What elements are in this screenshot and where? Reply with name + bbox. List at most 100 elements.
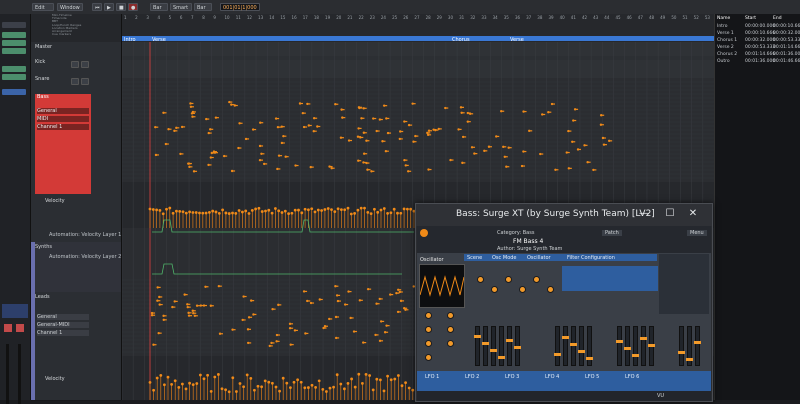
mixer-channel-button[interactable] <box>2 74 26 80</box>
fx-panel[interactable] <box>659 254 709 314</box>
knob[interactable] <box>425 326 432 333</box>
fader-track[interactable] <box>6 344 9 404</box>
region-list-row[interactable]: Outro00:01:36.00000:01:46.666 <box>717 58 800 65</box>
oscillator-display[interactable] <box>419 264 465 308</box>
transport-play-button[interactable]: ▶ <box>104 3 114 11</box>
mixer-channel-button[interactable] <box>2 32 26 38</box>
mixer-channel-button[interactable] <box>2 66 26 72</box>
track-field[interactable]: General <box>37 108 89 114</box>
menu-button[interactable]: Menu <box>687 230 707 236</box>
slider[interactable] <box>678 326 685 366</box>
mute-button[interactable] <box>71 61 79 68</box>
mixer-channel-button[interactable] <box>2 40 26 46</box>
region-list[interactable]: Name Start End Intro 00:00:00.000 00:00:10… <box>714 14 800 400</box>
region-list-row[interactable]: Intro00:00:00.00000:00:10.666 <box>717 23 800 30</box>
lfo-tab[interactable]: LFO 6 <box>625 374 639 380</box>
mixer-channel-button[interactable] <box>2 89 26 95</box>
slider[interactable] <box>562 326 569 366</box>
track-header-master[interactable]: Master <box>31 42 121 58</box>
slider[interactable] <box>482 326 489 366</box>
close-button[interactable]: ✕ <box>687 208 699 220</box>
edit-mode-button[interactable]: Smart <box>170 3 192 11</box>
mixer-red-button[interactable] <box>4 324 12 332</box>
knob[interactable] <box>491 286 498 293</box>
mute-button[interactable] <box>71 78 79 85</box>
slider[interactable] <box>586 326 593 366</box>
transport-record-button[interactable]: ● <box>128 3 138 11</box>
region-list-row[interactable]: Verse 200:00:53.33300:01:14.666 <box>717 44 800 51</box>
slider[interactable] <box>498 326 505 366</box>
knob[interactable] <box>505 276 512 283</box>
track-header-synths[interactable]: Synths Automation: Velocity Layer 2 ▾ <box>31 242 125 293</box>
region-list-row[interactable]: Verse 100:00:10.66600:00:32.000 <box>717 30 800 37</box>
knob[interactable] <box>547 286 554 293</box>
knob[interactable] <box>425 340 432 347</box>
knob[interactable] <box>447 312 454 319</box>
track-header-bass[interactable]: Bass General MIDI Channel 1 <box>31 92 121 197</box>
slider[interactable] <box>648 326 655 366</box>
track-field[interactable]: General <box>37 314 89 320</box>
slider[interactable] <box>490 326 497 366</box>
region-list-row[interactable]: Chorus 100:00:32.00000:00:53.333 <box>717 37 800 44</box>
mixer-channel-button[interactable] <box>2 48 26 54</box>
track-header-leads[interactable]: Leads General General-MIDI Channel 1 <box>31 292 121 371</box>
grid-mode-button[interactable]: Bar <box>150 3 168 11</box>
lfo-tab[interactable]: LFO 5 <box>585 374 599 380</box>
slider[interactable] <box>474 326 481 366</box>
slider[interactable] <box>694 326 701 366</box>
arrangement-lane[interactable] <box>122 36 714 41</box>
transport-stop-button[interactable]: ■ <box>116 3 126 11</box>
slider[interactable] <box>554 326 561 366</box>
slider[interactable] <box>616 326 623 366</box>
fader-track[interactable] <box>18 344 21 404</box>
plugin-window[interactable]: Bass: Surge XT (by Surge Synth Team) [LV… <box>415 203 713 402</box>
track-header-velocity-2[interactable]: Velocity <box>31 370 121 401</box>
track-field[interactable]: Channel 1 <box>37 330 89 336</box>
edit-menu-button[interactable]: Edit <box>32 3 54 11</box>
lfo-tab[interactable]: LFO 2 <box>465 374 479 380</box>
knob[interactable] <box>425 354 432 361</box>
surge-xt-ui[interactable]: Category: Bass FM Bass 4 Author: Surge S… <box>417 226 711 401</box>
filter-panel[interactable] <box>562 266 658 291</box>
track-field[interactable]: Channel 1 <box>37 124 89 130</box>
timeline-ruler[interactable]: Mini-Timeline Timecode BBT Loop/Punch Range… <box>52 14 714 43</box>
lfo-tab[interactable]: LFO 3 <box>505 374 519 380</box>
automation-selector[interactable]: Automation: Velocity Layer 2 ▾ <box>49 254 125 260</box>
snap-button[interactable]: Bar <box>194 3 212 11</box>
slider[interactable] <box>514 326 521 366</box>
window-menu-button[interactable]: Window <box>57 3 83 11</box>
knob[interactable] <box>519 286 526 293</box>
lfo-tab[interactable]: LFO 1 <box>425 374 439 380</box>
slider[interactable] <box>570 326 577 366</box>
plugin-titlebar[interactable]: Bass: Surge XT (by Surge Synth Team) [LV… <box>416 204 712 226</box>
knob[interactable] <box>447 340 454 347</box>
mixer-channel-button[interactable] <box>2 22 26 28</box>
lfo-modulation-bar[interactable] <box>417 371 711 391</box>
slider[interactable] <box>624 326 631 366</box>
slider[interactable] <box>686 326 693 366</box>
knob[interactable] <box>447 326 454 333</box>
track-header-velocity[interactable]: Velocity Automation: Velocity Layer 1 ▾ <box>31 196 125 243</box>
transport-start-button[interactable]: ⏮ <box>92 3 102 11</box>
patch-name[interactable]: FM Bass 4 <box>513 238 543 245</box>
slider[interactable] <box>632 326 639 366</box>
track-field[interactable]: MIDI <box>37 116 89 122</box>
solo-button[interactable] <box>81 61 89 68</box>
track-field[interactable]: General-MIDI <box>37 322 89 328</box>
knob[interactable] <box>477 276 484 283</box>
slider[interactable] <box>578 326 585 366</box>
automation-selector[interactable]: Automation: Velocity Layer 1 ▾ <box>49 232 125 238</box>
maximize-button[interactable]: ☐ <box>664 208 676 220</box>
patch-button[interactable]: Patch <box>602 230 622 236</box>
slider[interactable] <box>506 326 513 366</box>
region-list-row[interactable]: Chorus 200:01:14.66600:01:36.000 <box>717 51 800 58</box>
minimize-button[interactable]: — <box>638 208 650 220</box>
slider[interactable] <box>640 326 647 366</box>
solo-button[interactable] <box>81 78 89 85</box>
track-header-kick[interactable]: Kick <box>31 57 121 75</box>
track-header-snare[interactable]: Snare <box>31 74 121 93</box>
knob[interactable] <box>425 312 432 319</box>
knob[interactable] <box>533 276 540 283</box>
mixer-red-button[interactable] <box>16 324 24 332</box>
lfo-tab[interactable]: LFO 4 <box>545 374 559 380</box>
